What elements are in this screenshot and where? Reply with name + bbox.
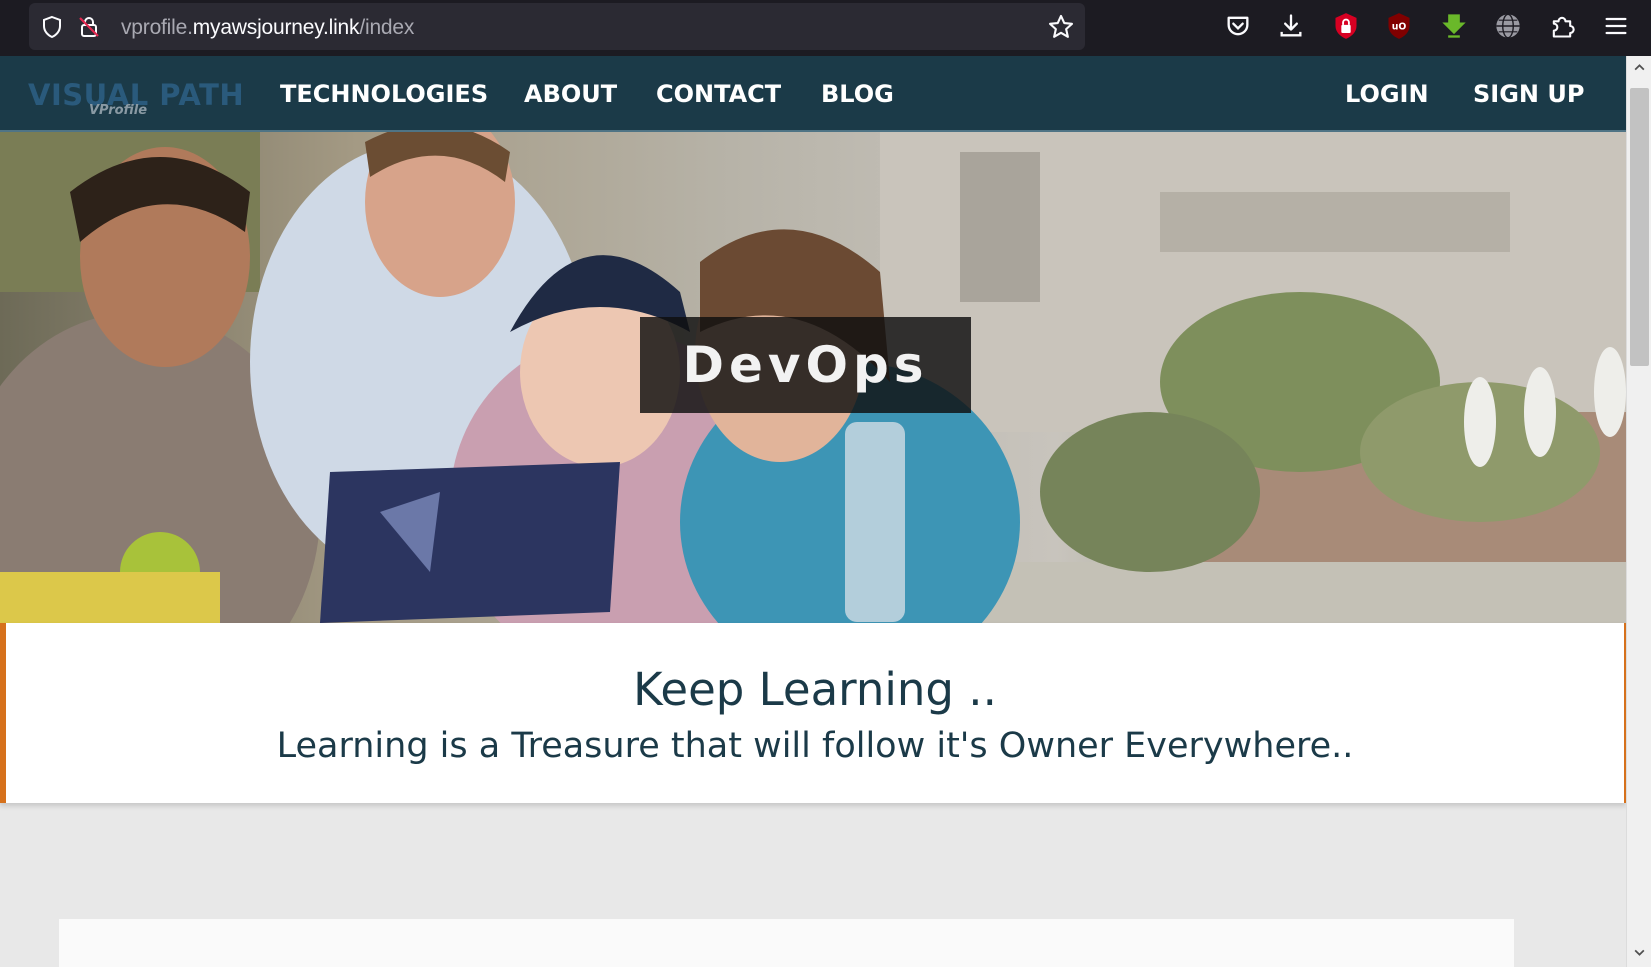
scroll-thumb[interactable] [1630,88,1649,366]
quote-text: Learning is a Treasure that will follow … [276,726,1354,766]
bookmark-star-icon[interactable] [1047,13,1075,41]
url-text[interactable]: vprofile.myawsjourney.link/index [121,16,414,40]
svg-text:uO: uO [1392,22,1407,33]
globe-icon[interactable] [1494,12,1522,40]
brand-subtitle: VProfile [89,103,148,118]
nav-blog[interactable]: BLOG [821,80,894,108]
address-bar[interactable]: vprofile.myawsjourney.link/index [29,3,1085,50]
extensions-puzzle-icon[interactable] [1548,12,1576,40]
pocket-icon[interactable] [1224,12,1252,40]
nav-login[interactable]: LOGIN [1345,80,1429,108]
hero-caption-text: DevOps [682,336,929,394]
hero-banner: DevOps [0,132,1626,623]
insecure-lock-icon[interactable] [77,15,101,39]
hamburger-menu-icon[interactable] [1602,12,1630,40]
ublock-origin-icon[interactable]: uO [1385,12,1413,40]
password-lock-extension-icon[interactable] [1332,12,1360,40]
quote-title: Keep Learning .. [633,663,997,716]
page-scrollbar[interactable] [1626,56,1651,967]
hero-caption: DevOps [640,317,971,413]
nav-technologies[interactable]: TECHNOLOGIES [280,80,488,108]
download-arrow-extension-icon[interactable] [1440,12,1468,40]
scroll-up-icon[interactable] [1633,61,1646,74]
site-navbar: VISUAL PATH VProfile TECHNOLOGIES ABOUT … [0,56,1626,132]
quote-section: Keep Learning .. Learning is a Treasure … [0,623,1626,803]
nav-contact[interactable]: CONTACT [656,80,781,108]
content-card [59,919,1514,967]
scroll-down-icon[interactable] [1633,946,1646,959]
shield-icon[interactable] [40,15,64,39]
nav-about[interactable]: ABOUT [524,80,617,108]
browser-toolbar: vprofile.myawsjourney.link/index uO [0,0,1651,56]
nav-signup[interactable]: SIGN UP [1473,80,1584,108]
download-icon[interactable] [1277,12,1305,40]
